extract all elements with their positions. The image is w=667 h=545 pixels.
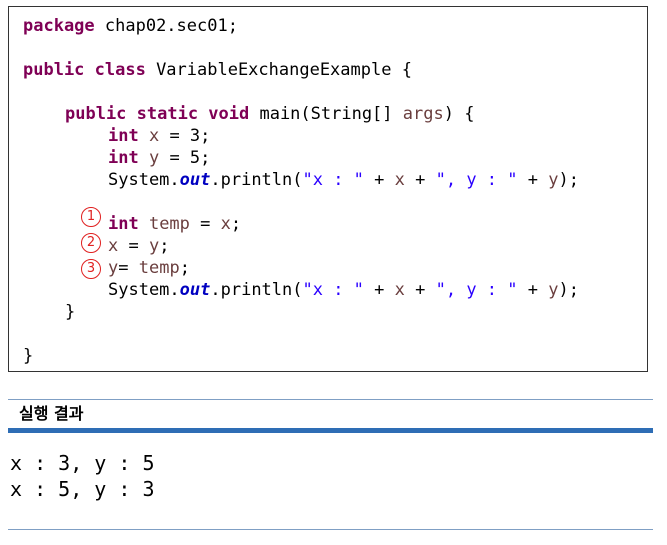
step-1-marker: 1 <box>81 207 101 227</box>
assign-operator: = <box>118 236 149 256</box>
temp-reference: temp <box>138 258 180 278</box>
println-line-2: System.out.println("x : " + x + ", y : "… <box>108 279 579 301</box>
string-x-label: "x : " <box>302 170 364 190</box>
string-y-label: ", y : " <box>435 280 518 300</box>
step-3-marker: 3 <box>81 259 101 279</box>
assign-operator: = <box>189 214 221 234</box>
plus-operator: + <box>404 170 436 190</box>
x-reference: x <box>220 214 231 234</box>
x-variable: x <box>138 126 160 146</box>
x-assign-y-line: x = y; <box>108 235 169 257</box>
temp-variable: temp <box>138 214 190 234</box>
x-reference: x <box>394 170 405 190</box>
plus-operator: + <box>517 170 549 190</box>
x-value: = 3; <box>159 126 211 146</box>
result-section-title: 실행 결과 <box>19 404 84 423</box>
code-listing-box: package chap02.sec01; public class Varia… <box>8 6 648 372</box>
y-declaration-line: int y = 5; <box>108 147 210 169</box>
y-reference: y <box>148 236 160 256</box>
method-closing-brace: } <box>65 302 76 322</box>
class-declaration-line: public class VariableExchangeExample { <box>23 59 412 81</box>
output-line-2: x : 5, y : 3 <box>10 477 155 501</box>
plus-operator: + <box>517 280 549 300</box>
y-reference: y <box>108 258 119 278</box>
plus-operator: + <box>363 280 395 300</box>
main-method-line: public static void main(String[] args) { <box>65 103 474 125</box>
y-value: = 5; <box>159 148 211 168</box>
class-closing-brace: } <box>23 346 34 366</box>
x-reference: x <box>394 280 405 300</box>
result-header-rule <box>8 428 653 433</box>
y-assign-temp-line: y= temp; <box>108 257 190 279</box>
close-paren: ); <box>558 170 579 190</box>
main-args-param: args <box>402 104 444 124</box>
semicolon: ; <box>230 214 242 234</box>
package-keyword: package <box>23 16 95 36</box>
plus-operator: + <box>363 170 395 190</box>
main-signature-end: ) { <box>443 104 475 124</box>
x-declaration-line: int x = 3; <box>108 125 210 147</box>
out-field: out <box>179 170 211 190</box>
x-reference: x <box>108 236 119 256</box>
out-field: out <box>179 280 211 300</box>
int-keyword: int <box>108 148 139 168</box>
main-signature-start: main(String[] <box>249 104 403 124</box>
plus-operator: + <box>404 280 436 300</box>
system-prefix: System. <box>108 280 180 300</box>
step-2-marker: 2 <box>81 233 101 253</box>
string-y-label: ", y : " <box>435 170 518 190</box>
println-call: .println( <box>210 170 303 190</box>
semicolon: ; <box>179 258 190 278</box>
close-paren: ); <box>558 280 579 300</box>
class-name: VariableExchangeExample { <box>145 60 412 80</box>
y-variable: y <box>138 148 160 168</box>
main-keywords: public static void <box>65 104 250 124</box>
output-line-1: x : 3, y : 5 <box>10 451 155 475</box>
string-x-label: "x : " <box>302 280 364 300</box>
result-bottom-divider <box>8 529 653 530</box>
package-name: chap02.sec01; <box>94 16 238 36</box>
y-reference: y <box>548 280 559 300</box>
int-keyword: int <box>108 214 139 234</box>
println-call: .println( <box>210 280 303 300</box>
semicolon: ; <box>159 236 170 256</box>
temp-assignment-line: int temp = x; <box>108 213 241 235</box>
int-keyword: int <box>108 126 139 146</box>
assign-operator: = <box>118 258 139 278</box>
println-line-1: System.out.println("x : " + x + ", y : "… <box>108 169 579 191</box>
system-prefix: System. <box>108 170 180 190</box>
result-top-divider <box>8 399 653 400</box>
class-keywords: public class <box>23 60 146 80</box>
package-line: package chap02.sec01; <box>23 15 238 37</box>
y-reference: y <box>548 170 559 190</box>
